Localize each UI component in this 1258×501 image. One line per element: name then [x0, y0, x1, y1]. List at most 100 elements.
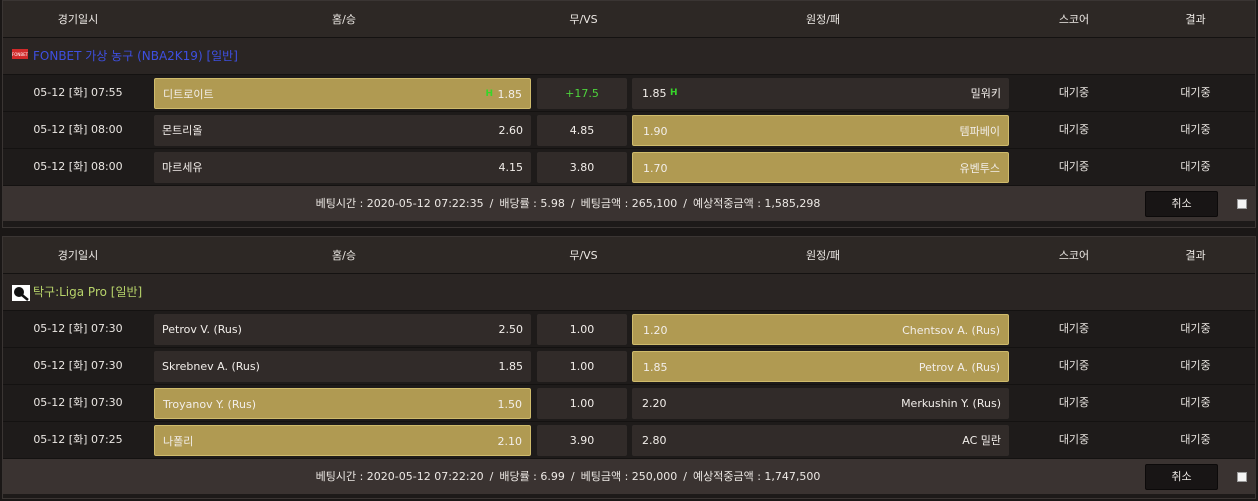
cancel-button[interactable]: 취소: [1145, 191, 1218, 217]
home-odds: 1.85: [497, 88, 523, 101]
away-team-name: 유벤투스: [959, 162, 1000, 175]
fonbet-logo-icon: FONBET: [12, 49, 29, 62]
match-row: 05-12 [화] 07:30 Petrov V. (Rus) 2.50 1.00 1.…: [3, 310, 1255, 347]
match-result: 대기중: [1180, 322, 1211, 335]
match-score: 대기중: [1058, 433, 1090, 446]
column-header: 경기일시 홈/승 무/VS 원정/패 스코어 결과: [3, 1, 1255, 38]
draw-odds-button[interactable]: 3.80: [537, 152, 627, 183]
match-result: 대기중: [1180, 433, 1211, 446]
match-score: 대기중: [1058, 359, 1090, 372]
select-checkbox[interactable]: [1237, 199, 1247, 209]
match-time: 05-12 [화] 07:30: [33, 322, 123, 335]
summary-separator: /: [570, 197, 575, 210]
away-team-name: Merkushin Y. (Rus): [901, 397, 1001, 410]
draw-odds-button[interactable]: +17.5: [537, 78, 627, 109]
league-name: 탁구:Liga Pro [일반]: [33, 285, 143, 299]
home-odds-button[interactable]: 나폴리 2.10: [154, 425, 531, 456]
match-result: 대기중: [1180, 86, 1211, 99]
draw-odds-button[interactable]: 4.85: [537, 115, 627, 146]
league-row: 탁구:Liga Pro [일반]: [3, 274, 1255, 310]
match-result: 대기중: [1180, 396, 1211, 409]
match-row: 05-12 [화] 07:30 Skrebnev A. (Rus) 1.85 1.00…: [3, 347, 1255, 384]
column-header-home: 홈/승: [332, 13, 356, 26]
home-odds-button[interactable]: 몬트리올 2.60: [154, 115, 531, 146]
home-team-name: 몬트리올: [162, 124, 203, 137]
column-header-away: 원정/패: [805, 13, 841, 26]
away-odds: 1.90: [643, 125, 668, 138]
away-team-name: Petrov A. (Rus): [918, 361, 1000, 374]
home-odds-button[interactable]: Skrebnev A. (Rus) 1.85: [154, 351, 531, 382]
draw-odds-button[interactable]: 1.00: [537, 351, 627, 382]
summary-odds: 배당률 : 6.99: [499, 470, 565, 483]
match-result: 대기중: [1180, 160, 1211, 173]
column-header-result: 결과: [1185, 249, 1206, 262]
away-odds: 1.85: [642, 87, 667, 100]
home-team-name: 마르세유: [162, 161, 203, 174]
away-odds: 2.80: [642, 434, 667, 447]
home-odds: 2.10: [497, 435, 523, 448]
away-odds: 2.20: [642, 397, 667, 410]
bet-summary-bar: 베팅시간 : 2020-05-12 07:22:20 / 배당률 : 6.99 / 베팅…: [3, 458, 1255, 494]
away-team-name: AC 밀란: [962, 434, 1001, 447]
match-row: 05-12 [화] 08:00 몬트리올 2.60 4.85 1.90 템파베이 대기중 대기…: [3, 111, 1255, 148]
bet-slip-1: 경기일시 홈/승 무/VS 원정/패 스코어 결과 FONBET FONBET 가상 농구 (…: [2, 0, 1256, 228]
column-header-result: 결과: [1185, 13, 1206, 26]
away-odds-button[interactable]: 2.80 AC 밀란: [632, 425, 1009, 456]
match-time: 05-12 [화] 07:25: [33, 433, 123, 446]
league-name: FONBET 가상 농구 (NBA2K19) [일반]: [33, 49, 238, 63]
column-header-score: 스코어: [1058, 13, 1090, 26]
away-odds-button[interactable]: 1.70 유벤투스: [632, 152, 1009, 183]
home-odds: 1.50: [497, 398, 523, 411]
handicap-marker: H: [670, 88, 678, 98]
column-header-time: 경기일시: [57, 249, 99, 262]
summary-odds: 배당률 : 5.98: [499, 197, 565, 210]
draw-odds-button[interactable]: 1.00: [537, 388, 627, 419]
away-team-name: Chentsov A. (Rus): [902, 324, 1000, 337]
select-checkbox[interactable]: [1237, 472, 1247, 482]
match-row: 05-12 [화] 07:55 디트로이트 H 1.85 +17.5 1.85 H 밀워키 대기…: [3, 74, 1255, 111]
home-team-name: Troyanov Y. (Rus): [163, 398, 256, 411]
summary-separator: /: [570, 470, 575, 483]
away-odds: 1.85: [643, 361, 668, 374]
home-odds-button[interactable]: Troyanov Y. (Rus) 1.50: [154, 388, 531, 419]
home-odds: 2.60: [498, 124, 524, 137]
away-odds: 1.20: [643, 324, 668, 337]
away-odds-button[interactable]: 1.20 Chentsov A. (Rus): [632, 314, 1009, 345]
summary-separator: /: [489, 197, 494, 210]
match-score: 대기중: [1058, 396, 1090, 409]
away-odds-button[interactable]: 1.90 템파베이: [632, 115, 1009, 146]
handicap-marker: H: [485, 89, 493, 99]
summary-separator: /: [683, 470, 687, 483]
home-team-name: Skrebnev A. (Rus): [162, 360, 260, 373]
match-time: 05-12 [화] 08:00: [33, 123, 123, 136]
column-header-score: 스코어: [1058, 249, 1090, 262]
draw-odds-button[interactable]: 1.00: [537, 314, 627, 345]
match-score: 대기중: [1058, 160, 1090, 173]
home-odds-button[interactable]: Petrov V. (Rus) 2.50: [154, 314, 531, 345]
summary-bet-time: 베팅시간 : 2020-05-12 07:22:35: [315, 197, 484, 210]
match-result: 대기중: [1180, 123, 1211, 136]
match-score: 대기중: [1058, 123, 1090, 136]
away-odds-button[interactable]: 1.85 Petrov A. (Rus): [632, 351, 1009, 382]
home-team-name: 나폴리: [163, 435, 194, 448]
bet-slip-2: 경기일시 홈/승 무/VS 원정/패 스코어 결과 탁구:Liga Pro [일반] 05-1…: [2, 236, 1256, 499]
away-odds-button[interactable]: 2.20 Merkushin Y. (Rus): [632, 388, 1009, 419]
home-odds-button[interactable]: 마르세유 4.15: [154, 152, 531, 183]
summary-expected: 예상적중금액 : 1,585,298: [693, 197, 821, 210]
match-row: 05-12 [화] 08:00 마르세유 4.15 3.80 1.70 유벤투스 대기중 대기…: [3, 148, 1255, 185]
away-odds-button[interactable]: 1.85 H 밀워키: [632, 78, 1009, 109]
column-header-draw: 무/VS: [569, 13, 598, 26]
match-time: 05-12 [화] 07:55: [33, 86, 123, 99]
summary-separator: /: [683, 197, 687, 210]
summary-amount: 베팅금액 : 250,000: [580, 470, 678, 483]
draw-odds-button[interactable]: 3.90: [537, 425, 627, 456]
match-time: 05-12 [화] 07:30: [33, 359, 123, 372]
home-odds-button[interactable]: 디트로이트 H 1.85: [154, 78, 531, 109]
summary-bet-time: 베팅시간 : 2020-05-12 07:22:20: [315, 470, 484, 483]
away-team-name: 템파베이: [959, 125, 1000, 138]
cancel-button[interactable]: 취소: [1145, 464, 1218, 490]
column-header-draw: 무/VS: [569, 249, 598, 262]
summary-expected: 예상적중금액 : 1,747,500: [693, 470, 821, 483]
bet-summary-bar: 베팅시간 : 2020-05-12 07:22:35 / 배당률 : 5.98 / 베팅…: [3, 185, 1255, 221]
column-header-away: 원정/패: [805, 249, 841, 262]
